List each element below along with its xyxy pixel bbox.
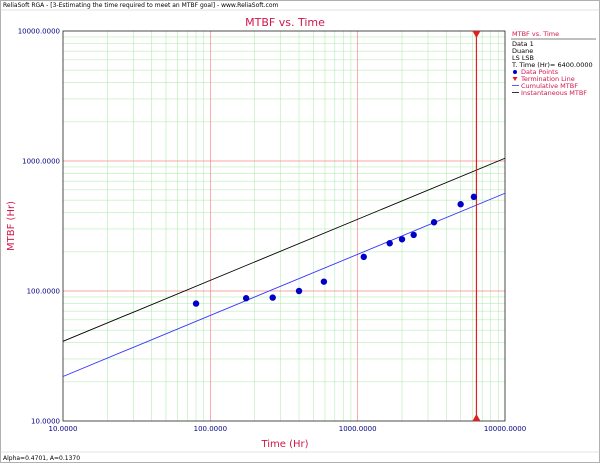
data-point — [470, 193, 478, 201]
x-tick-label: 10000.0000 — [484, 425, 526, 433]
data-point — [386, 240, 393, 247]
y-tick-label: 1000.0000 — [22, 158, 60, 166]
data-point — [410, 231, 417, 239]
data-point — [398, 236, 406, 243]
y-tick-label: 10.0000 — [31, 418, 60, 426]
x-tick-label: 1000.0000 — [339, 425, 377, 433]
data-point — [269, 294, 276, 301]
status-bar-text: Alpha=0.4701, A=0.1370 — [3, 455, 80, 462]
x-axis-label: Time (Hr) — [260, 439, 308, 450]
legend-dot-icon — [513, 70, 517, 74]
data-point — [430, 219, 438, 226]
x-tick-label: 100.0000 — [194, 425, 227, 433]
window-title: ReliaSoft RGA - [3-Estimating the time r… — [3, 2, 278, 9]
x-tick-label: 10.0000 — [49, 425, 78, 433]
data-point — [320, 278, 328, 285]
legend-title: MTBF vs. Time — [512, 30, 559, 38]
mtbf-chart: ReliaSoft RGA - [3-Estimating the time r… — [0, 0, 600, 463]
y-tick-label: 100.0000 — [27, 288, 60, 296]
data-point — [192, 300, 200, 307]
window-border — [0, 0, 600, 463]
app-window: ReliaSoft RGA - [3-Estimating the time r… — [0, 0, 600, 463]
y-tick-label: 10000.0000 — [18, 28, 60, 36]
data-point — [360, 253, 367, 261]
data-point — [457, 201, 464, 208]
data-point — [295, 287, 303, 295]
data-point — [242, 295, 250, 302]
y-axis-label: MTBF (Hr) — [6, 201, 17, 251]
chart-title: MTBF vs. Time — [245, 16, 325, 29]
legend-item-instantaneous: Instantaneous MTBF — [521, 89, 587, 97]
